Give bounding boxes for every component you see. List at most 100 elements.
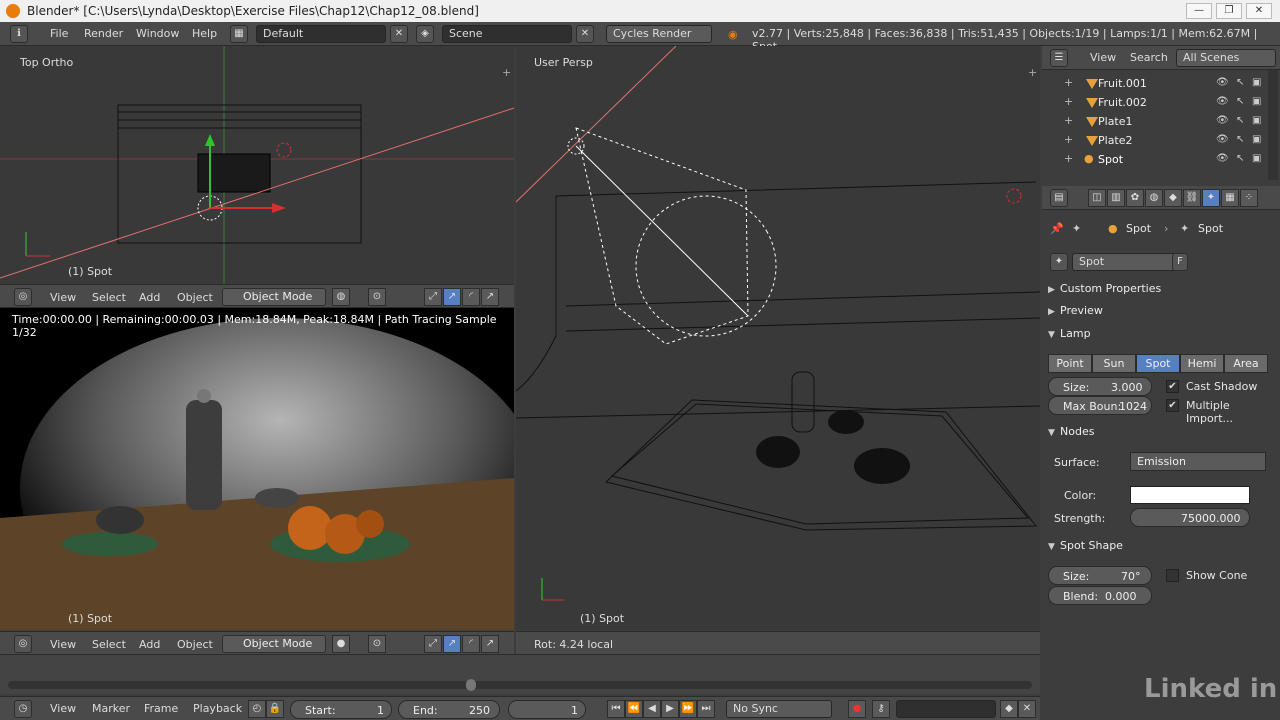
editor-type-icon-2[interactable]: ◎ <box>14 635 32 653</box>
jump-end-icon[interactable]: ⏭ <box>697 700 715 718</box>
spot-size-field[interactable]: Size: 70° <box>1048 566 1152 585</box>
render-preview-viewport[interactable]: Time:00:00.00 | Remaining:00:00.03 | Mem… <box>0 308 514 630</box>
menu-add[interactable]: Add <box>139 291 160 304</box>
translate-icon[interactable]: ↗ <box>443 288 461 306</box>
renderable-camera-icon[interactable]: ▣ <box>1252 134 1261 145</box>
timeline-menu-view[interactable]: View <box>50 702 76 715</box>
max-bounces-field[interactable]: Max Boun: 1024 <box>1048 396 1152 415</box>
expand-icon[interactable]: + <box>1064 114 1073 127</box>
lamp-type-spot-button[interactable]: Spot <box>1136 354 1180 373</box>
outliner-item-spot[interactable]: + ● Spot 👁 ↖ ▣ <box>1042 150 1268 169</box>
keying-set-field[interactable] <box>896 700 996 718</box>
texture-tab-icon[interactable]: ▦ <box>1221 189 1239 207</box>
pin-icon[interactable]: 📌 <box>1050 222 1064 235</box>
top-ortho-viewport[interactable]: Top Ortho (1) Spot + <box>0 46 514 284</box>
minimize-button[interactable]: — <box>1186 3 1212 19</box>
end-frame-field[interactable]: End: 250 <box>398 700 500 719</box>
lamp-panel[interactable]: ▼ Lamp <box>1048 324 1270 344</box>
nodes-panel[interactable]: ▼ Nodes <box>1048 422 1270 442</box>
datablock-name-field[interactable]: Spot <box>1072 253 1186 271</box>
lamp-type-area-button[interactable]: Area <box>1224 354 1268 373</box>
menu-select[interactable]: Select <box>92 291 126 304</box>
corner-plus-icon-2[interactable]: + <box>1028 66 1037 79</box>
jump-start-icon[interactable]: ⏮ <box>607 700 625 718</box>
sync-mode-dropdown[interactable]: No Sync <box>726 700 832 718</box>
particles-tab-icon[interactable]: ⁘ <box>1240 189 1258 207</box>
translate-icon-2[interactable]: ↗ <box>443 635 461 653</box>
constraints-tab-icon[interactable]: ⛓ <box>1183 189 1201 207</box>
properties-editor-icon[interactable]: ▤ <box>1050 189 1068 207</box>
editor-type-icon[interactable]: ◎ <box>14 288 32 306</box>
manipulator-icon[interactable]: ⤢ <box>424 288 442 306</box>
timeline-editor-icon[interactable]: ◷ <box>14 700 32 718</box>
outliner-item-fruit002[interactable]: + Fruit.002 👁 ↖ ▣ <box>1042 93 1268 112</box>
record-icon[interactable]: ● <box>848 700 866 718</box>
outliner-item-label[interactable]: Plate2 <box>1098 134 1133 147</box>
user-persp-viewport[interactable]: User Persp (1) Spot + <box>516 46 1040 630</box>
outliner-item-fruit001[interactable]: + Fruit.001 👁 ↖ ▣ <box>1042 74 1268 93</box>
lamp-size-field[interactable]: Size: 3.000 <box>1048 377 1152 396</box>
render-tab-icon[interactable]: ◫ <box>1088 189 1106 207</box>
render-engine-dropdown[interactable]: Cycles Render <box>606 25 712 43</box>
outliner-menu-search[interactable]: Search <box>1130 51 1168 64</box>
lamp-type-sun-button[interactable]: Sun <box>1092 354 1136 373</box>
menu-object-2[interactable]: Object <box>177 638 213 651</box>
preview-panel[interactable]: ▶ Preview <box>1048 301 1270 321</box>
outliner-scrollbar[interactable] <box>1268 70 1278 180</box>
next-keyframe-icon[interactable]: ⏩ <box>679 700 697 718</box>
multiple-importance-checkbox[interactable]: ✔ <box>1166 399 1179 412</box>
renderable-camera-icon[interactable]: ▣ <box>1252 96 1261 107</box>
outliner-item-label[interactable]: Fruit.001 <box>1098 77 1147 90</box>
lock-icon[interactable]: 🔒 <box>266 700 284 718</box>
rotate-icon-2[interactable]: ◜ <box>462 635 480 653</box>
selectable-arrow-icon[interactable]: ↖ <box>1236 77 1244 88</box>
selectable-arrow-icon[interactable]: ↖ <box>1236 115 1244 126</box>
play-reverse-icon[interactable]: ◀ <box>643 700 661 718</box>
pivot-point-icon-2[interactable]: ⊙ <box>368 635 386 653</box>
selectable-arrow-icon[interactable]: ↖ <box>1236 134 1244 145</box>
rotate-icon[interactable]: ◜ <box>462 288 480 306</box>
manipulator-icon-2[interactable]: ⤢ <box>424 635 442 653</box>
outliner-menu-view[interactable]: View <box>1090 51 1116 64</box>
datablock-browse-icon[interactable]: ✦ <box>1050 253 1068 271</box>
renderable-camera-icon[interactable]: ▣ <box>1252 115 1261 126</box>
visibility-eye-icon[interactable]: 👁 <box>1216 134 1229 145</box>
scale-icon[interactable]: ↗ <box>481 288 499 306</box>
visibility-eye-icon[interactable]: 👁 <box>1216 153 1229 164</box>
timeline-menu-marker[interactable]: Marker <box>92 702 130 715</box>
expand-icon[interactable]: + <box>1064 152 1073 165</box>
timeline-scrollbar[interactable] <box>8 681 1032 689</box>
insert-keyframe-icon[interactable]: ◆ <box>1000 700 1018 718</box>
outliner-item-label[interactable]: Plate1 <box>1098 115 1133 128</box>
delete-keyframe-icon[interactable]: ✕ <box>1018 700 1036 718</box>
close-layout-icon[interactable]: ✕ <box>390 25 408 43</box>
preview-range-icon[interactable]: ◴ <box>248 700 266 718</box>
close-window-button[interactable]: ✕ <box>1246 3 1272 19</box>
mode-dropdown-2[interactable]: Object Mode <box>222 635 326 653</box>
outliner-filter-dropdown[interactable]: All Scenes <box>1176 49 1276 67</box>
screen-layout-icon[interactable]: ▦ <box>230 25 248 43</box>
outliner-item-label[interactable]: Fruit.002 <box>1098 96 1147 109</box>
rendered-shading-icon[interactable]: ● <box>332 635 350 653</box>
object-tab-icon[interactable]: ◆ <box>1164 189 1182 207</box>
visibility-eye-icon[interactable]: 👁 <box>1216 115 1229 126</box>
scale-icon-2[interactable]: ↗ <box>481 635 499 653</box>
screen-layout-field[interactable]: Default <box>256 25 386 43</box>
outliner-item-plate2[interactable]: + Plate2 👁 ↖ ▣ <box>1042 131 1268 150</box>
scene-tab-icon[interactable]: ✿ <box>1126 189 1144 207</box>
menu-view[interactable]: View <box>50 291 76 304</box>
viewport-shading-icon[interactable]: ◍ <box>332 288 350 306</box>
outliner-editor-icon[interactable]: ☰ <box>1050 49 1068 67</box>
menu-object[interactable]: Object <box>177 291 213 304</box>
menu-view-2[interactable]: View <box>50 638 76 651</box>
fake-user-button[interactable]: F <box>1172 253 1188 271</box>
strength-field[interactable]: 75000.000 <box>1130 508 1250 527</box>
mode-dropdown[interactable]: Object Mode <box>222 288 326 306</box>
expand-icon[interactable]: + <box>1064 76 1073 89</box>
show-cone-checkbox[interactable] <box>1166 569 1179 582</box>
menu-help[interactable]: Help <box>192 27 217 40</box>
renderable-camera-icon[interactable]: ▣ <box>1252 153 1261 164</box>
info-editor-type-icon[interactable]: ℹ <box>10 25 28 43</box>
maximize-button[interactable]: ❐ <box>1216 3 1242 19</box>
current-frame-field[interactable]: 1 <box>508 700 586 719</box>
